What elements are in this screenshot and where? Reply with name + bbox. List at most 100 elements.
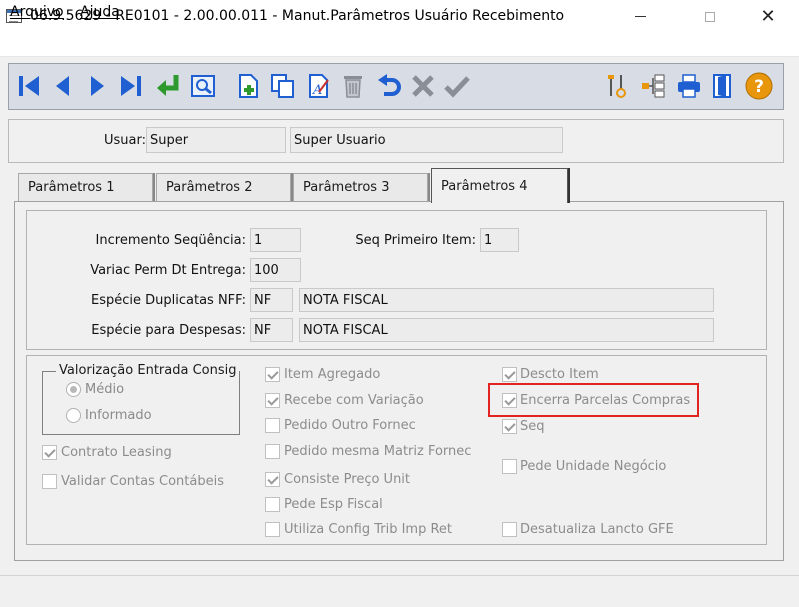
seq-primeiro-label: Seq Primeiro Item: xyxy=(355,233,476,248)
checkbox-descto-item-label: Descto Item xyxy=(520,367,599,382)
checkbox-validar-contas[interactable] xyxy=(42,474,57,489)
bottom-separator xyxy=(0,575,799,576)
user-code-field[interactable]: Super xyxy=(146,127,286,153)
especie-despesas-label: Espécie para Despesas: xyxy=(91,323,246,338)
especie-duplicatas-code-field[interactable]: NF xyxy=(250,288,293,312)
checkbox-pedido-outro-fornec[interactable] xyxy=(265,418,280,433)
delete-icon xyxy=(344,76,362,98)
first-icon xyxy=(19,76,39,96)
checkbox-contrato-leasing[interactable] xyxy=(42,445,57,460)
previous-record-button[interactable] xyxy=(46,68,80,104)
undo-icon xyxy=(378,74,401,96)
radio-informado[interactable] xyxy=(66,408,81,423)
checkbox-descto-item[interactable] xyxy=(502,367,517,382)
cancel-button[interactable] xyxy=(406,68,440,104)
checkbox-consiste-preco-label: Consiste Preço Unit xyxy=(284,472,411,487)
checkbox-desatualiza-lancto-label: Desatualiza Lancto GFE xyxy=(520,522,674,537)
new-record-button[interactable] xyxy=(232,68,266,104)
search-icon xyxy=(191,75,215,97)
menu-bar xyxy=(0,33,799,57)
checkbox-pede-unidade-label: Pede Unidade Negócio xyxy=(520,459,667,474)
last-icon xyxy=(121,76,141,96)
valorizacao-title: Valorização Entrada Consig xyxy=(56,363,240,378)
previous-icon xyxy=(56,76,69,96)
checkbox-pede-esp-fiscal-label: Pede Esp Fiscal xyxy=(284,497,383,512)
checkbox-seq[interactable] xyxy=(502,419,517,434)
status-bar xyxy=(0,590,799,607)
checkbox-recebe-variacao[interactable] xyxy=(265,393,280,408)
undo-button[interactable] xyxy=(372,68,406,104)
tools-button[interactable] xyxy=(600,68,634,104)
incremento-label: Incremento Seqüência: xyxy=(95,233,246,248)
first-record-button[interactable] xyxy=(12,68,46,104)
minimize-icon xyxy=(634,16,646,17)
variac-label: Variac Perm Dt Entrega: xyxy=(90,263,246,278)
seq-primeiro-field[interactable]: 1 xyxy=(480,228,519,252)
confirm-icon xyxy=(444,76,470,98)
checkbox-pede-unidade[interactable] xyxy=(502,459,517,474)
radio-medio-label: Médio xyxy=(85,382,125,397)
checkbox-pede-esp-fiscal[interactable] xyxy=(265,497,280,512)
tools-icon xyxy=(608,75,626,98)
checkbox-contrato-leasing-label: Contrato Leasing xyxy=(61,445,172,460)
close-icon: ✕ xyxy=(760,5,776,27)
hierarchy-button[interactable] xyxy=(636,68,670,104)
edit-record-button[interactable]: A xyxy=(302,68,336,104)
search-button[interactable] xyxy=(186,68,220,104)
new-icon xyxy=(239,74,258,98)
svg-text:?: ? xyxy=(754,77,764,97)
checkbox-validar-contas-label: Validar Contas Contábeis xyxy=(61,474,224,489)
cancel-icon xyxy=(412,75,434,97)
next-icon xyxy=(91,76,104,96)
close-button[interactable]: ✕ xyxy=(745,0,791,33)
maximize-button[interactable] xyxy=(687,0,733,33)
checkbox-seq-label: Seq xyxy=(520,419,545,434)
menu-ajuda[interactable]: Ajuda xyxy=(80,4,120,20)
tab-parametros-2[interactable]: Parâmetros 2 xyxy=(156,173,291,201)
checkbox-pedido-matriz-label: Pedido mesma Matriz Fornec xyxy=(284,444,472,459)
exit-button[interactable] xyxy=(706,68,740,104)
exit-icon xyxy=(713,74,731,98)
tab-parametros-3[interactable]: Parâmetros 3 xyxy=(293,173,428,201)
tab-parametros-4[interactable]: Parâmetros 4 xyxy=(431,168,568,203)
user-label: Usuar: xyxy=(104,133,146,148)
maximize-icon xyxy=(705,11,715,22)
radio-informado-label: Informado xyxy=(85,408,152,423)
hierarchy-icon xyxy=(642,74,665,98)
user-name-field: Super Usuario xyxy=(290,127,563,153)
goto-button[interactable] xyxy=(152,68,186,104)
goto-icon xyxy=(157,75,179,96)
edit-icon: A xyxy=(309,74,329,98)
checkbox-utiliza-config[interactable] xyxy=(265,522,280,537)
help-icon: ? xyxy=(745,72,773,100)
valorizacao-group xyxy=(42,371,240,435)
highlight-box xyxy=(488,383,699,417)
radio-medio[interactable] xyxy=(66,382,81,397)
especie-duplicatas-desc-field: NOTA FISCAL xyxy=(299,288,714,312)
incremento-field[interactable]: 1 xyxy=(250,228,301,252)
checkbox-item-agregado-label: Item Agregado xyxy=(284,367,381,382)
print-icon xyxy=(678,74,700,98)
tab-parametros-1[interactable]: Parâmetros 1 xyxy=(18,173,153,201)
copy-record-button[interactable] xyxy=(266,68,300,104)
checkbox-item-agregado[interactable] xyxy=(265,367,280,382)
checkbox-recebe-variacao-label: Recebe com Variação xyxy=(284,393,424,408)
especie-despesas-desc-field: NOTA FISCAL xyxy=(299,318,714,342)
menu-arquivo[interactable]: Arquivo xyxy=(10,4,64,20)
variac-field[interactable]: 100 xyxy=(250,258,301,282)
checkbox-utiliza-config-label: Utiliza Config Trib Imp Ret xyxy=(284,522,453,537)
next-record-button[interactable] xyxy=(80,68,114,104)
checkbox-consiste-preco[interactable] xyxy=(265,472,280,487)
checkbox-pedido-matriz[interactable] xyxy=(265,444,280,459)
help-button[interactable]: ? xyxy=(742,68,776,104)
print-button[interactable] xyxy=(672,68,706,104)
especie-despesas-code-field[interactable]: NF xyxy=(250,318,293,342)
checkbox-pedido-outro-fornec-label: Pedido Outro Fornec xyxy=(284,418,416,433)
confirm-button[interactable] xyxy=(440,68,474,104)
especie-duplicatas-label: Espécie Duplicatas NFF: xyxy=(91,293,246,308)
minimize-button[interactable] xyxy=(617,0,663,33)
delete-record-button[interactable] xyxy=(336,68,370,104)
copy-icon xyxy=(271,74,294,98)
last-record-button[interactable] xyxy=(114,68,148,104)
checkbox-desatualiza-lancto[interactable] xyxy=(502,522,517,537)
